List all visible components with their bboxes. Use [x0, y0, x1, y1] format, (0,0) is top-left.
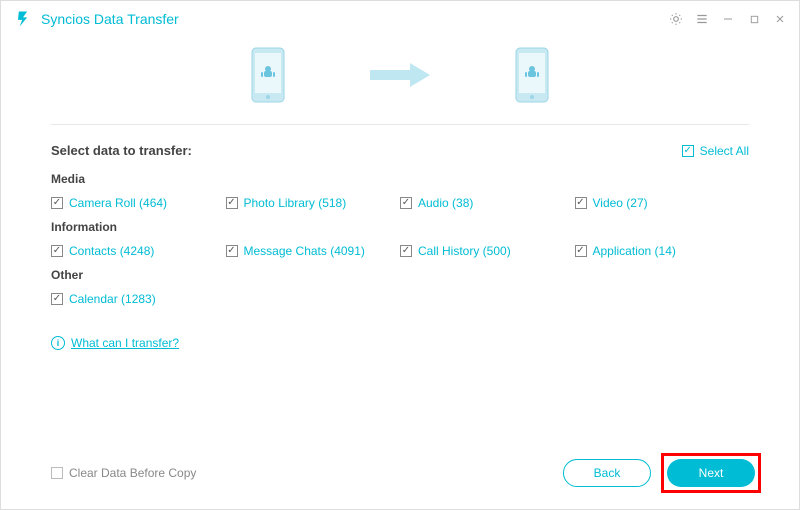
app-logo-icon — [13, 9, 33, 29]
section-heading-media: Media — [51, 172, 749, 186]
page-title: Select data to transfer: — [51, 143, 682, 158]
clear-data-label: Clear Data Before Copy — [69, 466, 196, 480]
arrow-right-icon — [365, 60, 435, 93]
checkbox-label: Camera Roll (464) — [69, 196, 167, 210]
checkbox-label: Call History (500) — [418, 244, 511, 258]
checkbox-camera-roll[interactable]: Camera Roll (464) — [51, 196, 226, 210]
info-icon: i — [51, 336, 65, 350]
checkbox-application[interactable]: Application (14) — [575, 244, 750, 258]
select-all-label: Select All — [700, 144, 749, 158]
clear-data-checkbox[interactable]: Clear Data Before Copy — [51, 466, 563, 480]
checkbox-icon — [51, 245, 63, 257]
checkbox-calendar[interactable]: Calendar (1283) — [51, 292, 231, 306]
close-icon[interactable] — [773, 12, 787, 26]
checkbox-label: Contacts (4248) — [69, 244, 154, 258]
checkbox-icon — [51, 293, 63, 305]
maximize-icon[interactable] — [747, 12, 761, 26]
checkbox-icon — [51, 467, 63, 479]
checkbox-label: Audio (38) — [418, 196, 473, 210]
select-all-checkbox[interactable]: Select All — [682, 144, 749, 158]
titlebar: Syncios Data Transfer — [1, 1, 799, 37]
checkbox-icon — [400, 245, 412, 257]
checkbox-label: Application (14) — [593, 244, 676, 258]
target-device-icon — [515, 47, 549, 106]
back-button[interactable]: Back — [563, 459, 651, 487]
checkbox-icon — [51, 197, 63, 209]
menu-icon[interactable] — [695, 12, 709, 26]
source-device-icon — [251, 47, 285, 106]
help-link[interactable]: What can I transfer? — [71, 336, 179, 350]
checkbox-icon — [226, 245, 238, 257]
checkbox-contacts[interactable]: Contacts (4248) — [51, 244, 226, 258]
window-controls — [669, 12, 787, 26]
checkbox-audio[interactable]: Audio (38) — [400, 196, 575, 210]
checkbox-label: Photo Library (518) — [244, 196, 347, 210]
checkbox-icon — [400, 197, 412, 209]
section-heading-other: Other — [51, 268, 749, 282]
section-heading-information: Information — [51, 220, 749, 234]
device-transfer-graphic — [1, 37, 799, 124]
footer-bar: Clear Data Before Copy Back Next — [1, 439, 799, 509]
checkbox-video[interactable]: Video (27) — [575, 196, 750, 210]
checkbox-label: Calendar (1283) — [69, 292, 156, 306]
checkbox-icon — [682, 145, 694, 157]
minimize-icon[interactable] — [721, 12, 735, 26]
checkbox-message-chats[interactable]: Message Chats (4091) — [226, 244, 401, 258]
checkbox-label: Message Chats (4091) — [244, 244, 365, 258]
next-button-highlight: Next — [661, 453, 761, 493]
checkbox-icon — [575, 197, 587, 209]
next-button[interactable]: Next — [667, 459, 755, 487]
checkbox-label: Video (27) — [593, 196, 648, 210]
checkbox-photo-library[interactable]: Photo Library (518) — [226, 196, 401, 210]
main-content: Select data to transfer: Select All Medi… — [1, 125, 799, 439]
checkbox-icon — [575, 245, 587, 257]
checkbox-icon — [226, 197, 238, 209]
app-title: Syncios Data Transfer — [41, 11, 669, 27]
settings-icon[interactable] — [669, 12, 683, 26]
checkbox-call-history[interactable]: Call History (500) — [400, 244, 575, 258]
